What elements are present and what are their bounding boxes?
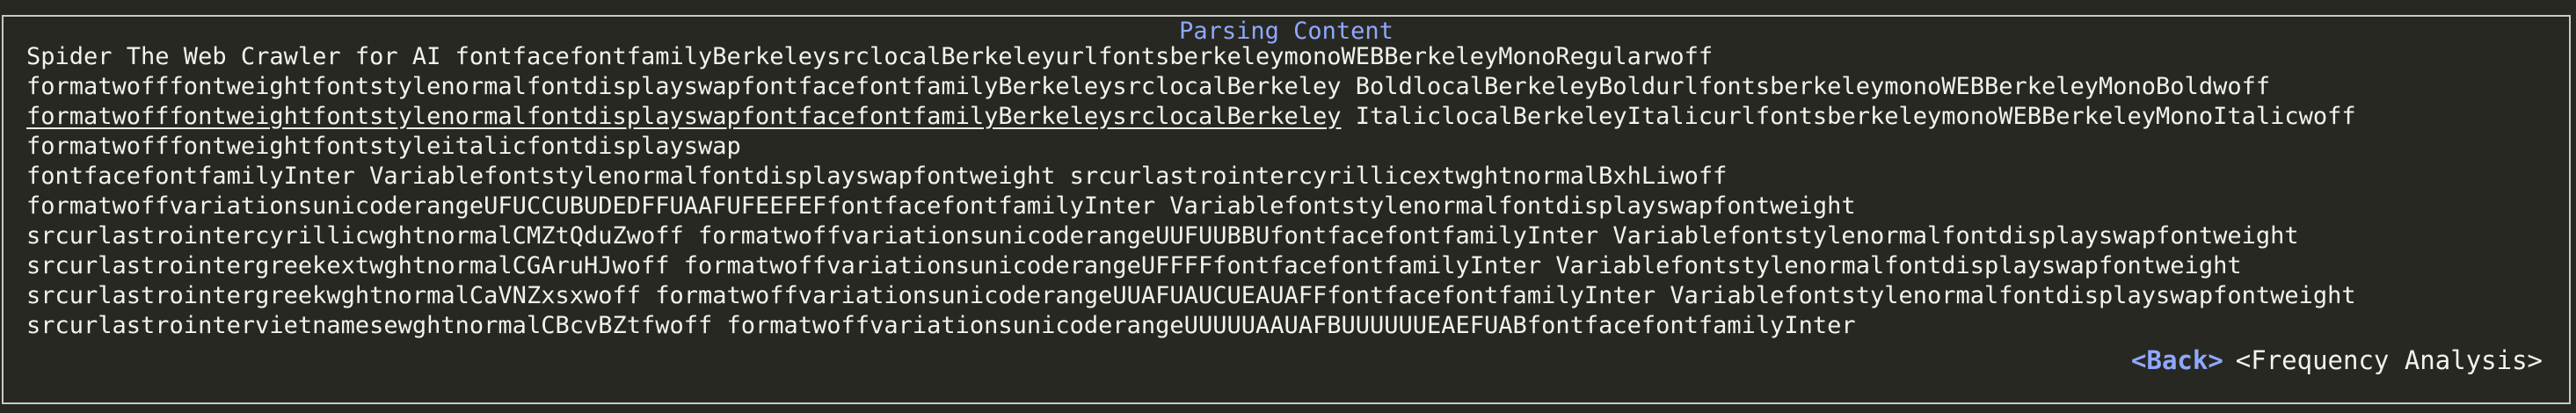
parsing-content-panel: Parsing Content Spider The Web Crawler f… [2,15,2571,404]
content-line-text: fontfacefontfamilyInter Variablefontstyl… [26,163,1728,190]
content-line-underlined-text: formatwofffontweightfontstylenormalfontd… [26,103,1342,130]
content-line: fontfacefontfamilyInter Variablefontstyl… [26,162,2558,192]
content-line: srcurlastrointervietnamesewghtnormalCBcv… [26,311,2558,341]
content-line-text: srcurlastrointergreekwghtnormalCaVNZxsxw… [26,282,2356,309]
content-line: formatwofffontweightfontstyleitalicfontd… [26,132,2558,162]
content-line: formatwofffontweightfontstylenormalfontd… [26,72,2558,102]
content-line-text: formatwofffontweightfontstylenormalfontd… [26,73,2271,100]
content-line: srcurlastrointergreekwghtnormalCaVNZxsxw… [26,281,2558,311]
frequency-analysis-button[interactable]: <Frequency Analysis> [2236,345,2543,375]
content-line-text: Spider The Web Crawler for AI fontfacefo… [26,43,1714,70]
content-line: formatwoffvariationsunicoderangeUFUCCUBU… [26,192,2558,221]
footer-nav: <Back> <Frequency Analysis> [2131,344,2543,376]
content-line-text: ItaliclocalBerkeleyItalicurlfontsberkele… [1341,103,2356,130]
content-line-text: srcurlastrointercyrillicwghtnormalCMZtQd… [26,222,2299,250]
content-line: formatwofffontweightfontstylenormalfontd… [26,102,2558,132]
content-line-text: srcurlastrointergreekextwghtnormalCGAruH… [26,252,2242,279]
back-button[interactable]: <Back> [2131,345,2223,375]
content-line: srcurlastrointercyrillicwghtnormalCMZtQd… [26,221,2558,251]
content-line: srcurlastrointergreekextwghtnormalCGAruH… [26,251,2558,281]
content-line-text: formatwofffontweightfontstyleitalicfontd… [26,133,741,160]
content-line-text: srcurlastrointervietnamesewghtnormalCBcv… [26,312,1856,339]
content-line: Spider The Web Crawler for AI fontfacefo… [26,42,2558,72]
content-line-text: formatwoffvariationsunicoderangeUFUCCUBU… [26,192,1856,220]
parsed-content-text: Spider The Web Crawler for AI fontfacefo… [26,42,2558,341]
